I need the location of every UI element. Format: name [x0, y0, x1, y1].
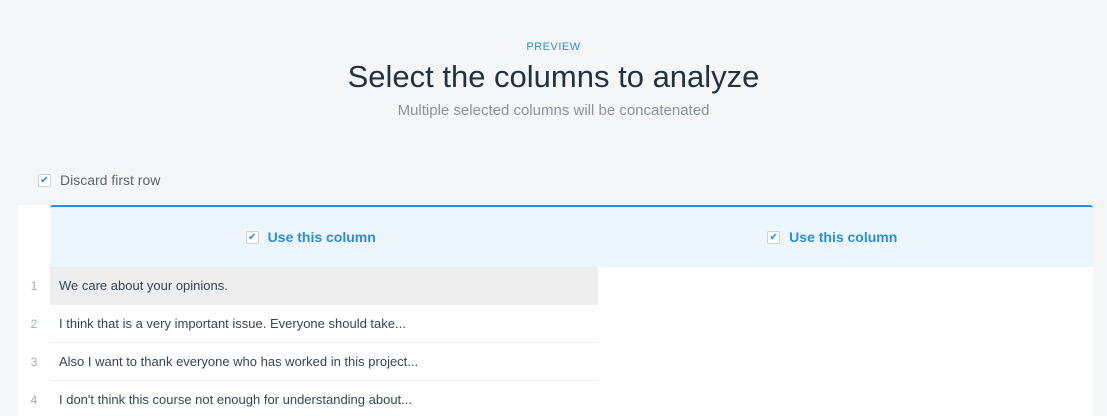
discard-first-row-label: Discard first row [60, 172, 161, 188]
table-cell-empty [598, 267, 1093, 305]
table-cell-empty [598, 381, 1093, 416]
row-number: 2 [30, 317, 38, 331]
page-subtitle: Multiple selected columns will be concat… [397, 102, 710, 119]
check-icon: ✔ [769, 231, 778, 243]
table-cell: We care about your opinions. [50, 267, 598, 305]
use-column-2-checkbox[interactable]: ✔ [767, 230, 781, 244]
table-cell: I think that is a very important issue. … [50, 305, 598, 343]
use-column-2-label: Use this column [789, 229, 898, 245]
check-icon: ✔ [247, 231, 257, 243]
use-column-1-toggle[interactable]: ✔ Use this column [50, 207, 572, 267]
use-column-1-label: Use this column [267, 229, 376, 245]
table-row: 4 I don't think this course not enough f… [18, 381, 1093, 416]
table-cell: Also I want to thank everyone who has wo… [50, 343, 598, 381]
column-header-row: ✔ Use this column ✔ Use this column [50, 205, 1093, 267]
page-title: Select the columns to analyze [347, 59, 760, 94]
row-number: 4 [30, 393, 38, 407]
table-cell: I don't think this course not enough for… [50, 381, 598, 416]
row-number: 3 [30, 355, 38, 369]
discard-first-row-checkbox[interactable]: ✔ [38, 173, 51, 187]
preview-table: ✔ Use this column ✔ Use this column 1 We… [18, 205, 1093, 416]
table-row: 1 We care about your opinions. [18, 267, 1093, 305]
table-row: 2 I think that is a very important issue… [18, 305, 1093, 343]
table-cell-empty [598, 343, 1093, 381]
check-icon: ✔ [40, 174, 49, 186]
preview-label: PREVIEW [526, 41, 581, 53]
table-cell-empty [598, 305, 1093, 343]
row-number: 1 [30, 279, 38, 293]
table-body: 1 We care about your opinions. 2 I think… [18, 267, 1093, 416]
table-row: 3 Also I want to thank everyone who has … [18, 343, 1093, 381]
page: PREVIEW Select the columns to analyze Mu… [0, 0, 1107, 416]
use-column-2-toggle[interactable]: ✔ Use this column [572, 207, 1094, 267]
page-header: PREVIEW Select the columns to analyze Mu… [0, 40, 1107, 120]
discard-first-row-option[interactable]: ✔ Discard first row [38, 172, 160, 188]
use-column-1-checkbox[interactable]: ✔ [245, 230, 259, 244]
